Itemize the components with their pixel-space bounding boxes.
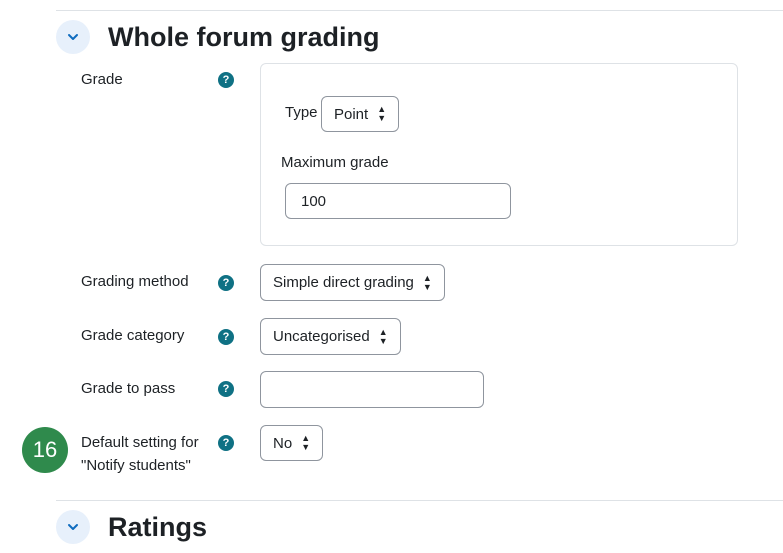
grade-fieldset: Type Point ▲ ▼ Maximum grade xyxy=(260,63,738,246)
notify-students-label-line1: Default setting for xyxy=(81,434,199,451)
help-icon[interactable]: ? xyxy=(218,275,234,291)
chevron-down-icon xyxy=(68,524,78,530)
section-title-ratings[interactable]: Ratings xyxy=(108,510,207,544)
notify-students-select[interactable]: No ▲ ▼ xyxy=(260,425,324,461)
section-divider-bottom xyxy=(56,500,783,501)
grade-category-select[interactable]: Uncategorised ▲ ▼ xyxy=(260,318,401,355)
collapse-toggle-ratings[interactable] xyxy=(56,510,90,544)
grade-category-value: Uncategorised xyxy=(273,328,370,345)
help-icon[interactable]: ? xyxy=(218,381,234,397)
collapse-toggle-whole-forum-grading[interactable] xyxy=(56,20,90,54)
grading-method-value: Simple direct grading xyxy=(273,274,414,291)
section-title-whole-forum-grading[interactable]: Whole forum grading xyxy=(108,20,379,54)
chevron-down-icon xyxy=(68,34,78,40)
select-arrows-icon: ▲ ▼ xyxy=(301,433,311,452)
max-grade-label: Maximum grade xyxy=(281,154,389,171)
help-icon[interactable]: ? xyxy=(218,435,234,451)
section-divider-top xyxy=(56,10,783,11)
grade-to-pass-label: Grade to pass xyxy=(81,380,176,397)
grade-type-label: Type xyxy=(285,104,318,121)
grading-method-select[interactable]: Simple direct grading ▲ ▼ xyxy=(260,264,445,301)
grade-category-label: Grade category xyxy=(81,327,185,344)
notify-students-value: No xyxy=(273,434,293,452)
max-grade-input[interactable] xyxy=(285,183,511,219)
grade-to-pass-input[interactable] xyxy=(260,371,484,408)
help-icon[interactable]: ? xyxy=(218,72,234,88)
select-arrows-icon: ▲ ▼ xyxy=(377,104,387,123)
notify-students-label-line2: "Notify students" xyxy=(81,457,191,474)
help-icon[interactable]: ? xyxy=(218,329,234,345)
select-arrows-icon: ▲ ▼ xyxy=(422,272,432,292)
grade-type-select[interactable]: Point ▲ ▼ xyxy=(321,96,400,132)
select-arrows-icon: ▲ ▼ xyxy=(378,326,388,346)
grade-type-value: Point xyxy=(334,105,369,123)
grade-label: Grade xyxy=(81,71,123,88)
grading-method-label: Grading method xyxy=(81,273,189,290)
step-number-badge: 16 xyxy=(22,427,68,473)
